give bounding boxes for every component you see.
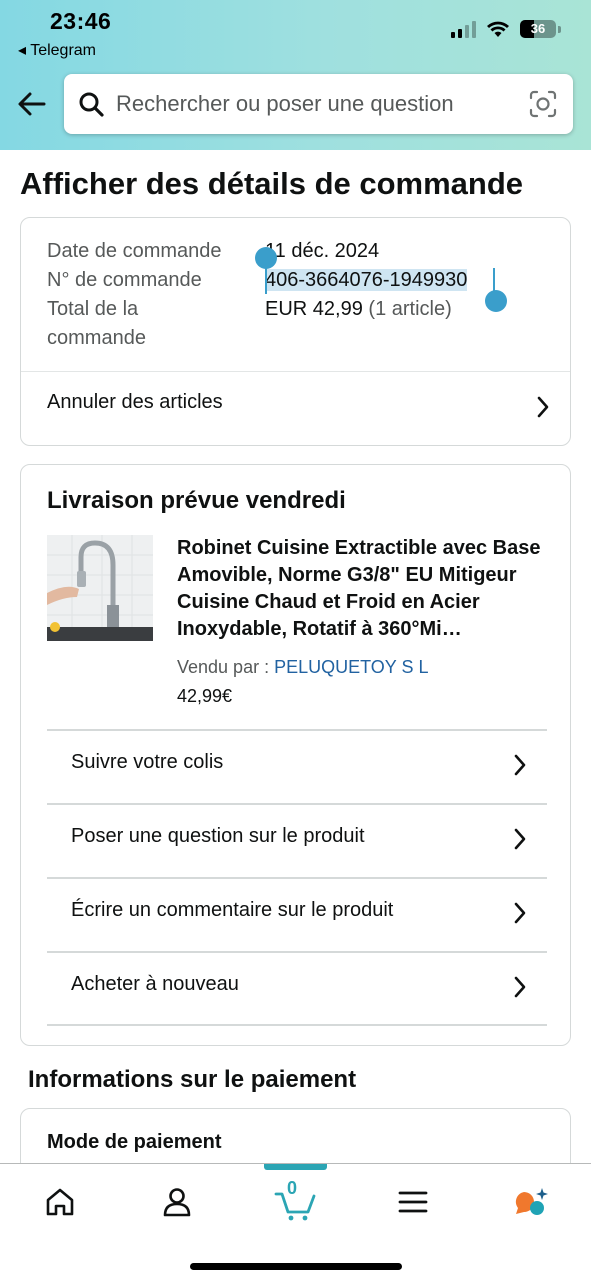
- chevron-right-icon: [514, 976, 526, 998]
- chevron-right-icon: [537, 396, 549, 418]
- status-icons: 36: [451, 20, 561, 38]
- seller-link[interactable]: PELUQUETOY S L: [274, 657, 428, 677]
- buy-again-row[interactable]: Acheter à nouveau: [47, 951, 547, 1025]
- order-total-value: EUR 42,99 (1 article): [265, 295, 452, 324]
- app-header: 23:46 ◂ Telegram 36: [0, 0, 591, 150]
- chevron-right-icon: [514, 828, 526, 850]
- order-date-value: 11 déc. 2024: [265, 240, 380, 262]
- track-package-row[interactable]: Suivre votre colis: [47, 729, 547, 803]
- sold-by: Vendu par : PELUQUETOY S L: [177, 657, 428, 678]
- payment-heading: Informations sur le paiement: [28, 1066, 357, 1093]
- active-tab-indicator: [264, 1164, 327, 1170]
- cancel-items-row[interactable]: Annuler des articles: [21, 371, 570, 443]
- back-arrow-icon[interactable]: [14, 86, 50, 122]
- search-bar[interactable]: [64, 74, 573, 134]
- order-item-count: (1 article): [368, 298, 452, 320]
- order-number-label: N° de commande: [47, 269, 202, 291]
- camera-scan-icon[interactable]: [529, 90, 557, 118]
- wifi-icon: [487, 21, 509, 37]
- payment-method-label: Mode de paiement: [47, 1131, 222, 1153]
- menu-icon[interactable]: [393, 1182, 433, 1222]
- selection-end-handle[interactable]: [485, 290, 507, 312]
- cancel-items-label: Annuler des articles: [47, 391, 223, 413]
- product-price: 42,99€: [177, 686, 233, 706]
- order-total-label-line1: Total de la: [47, 298, 139, 320]
- order-total-amount: EUR 42,99: [265, 298, 363, 320]
- order-date-label: Date de commande: [47, 240, 222, 262]
- divider: [47, 1024, 547, 1026]
- product-thumbnail[interactable]: [47, 535, 153, 641]
- write-review-row[interactable]: Écrire un commentaire sur le produit: [47, 877, 547, 951]
- account-icon[interactable]: [157, 1182, 197, 1222]
- chevron-right-icon: [514, 902, 526, 924]
- selection-start-caret: [265, 264, 267, 294]
- search-icon: [79, 92, 104, 117]
- write-review-label: Écrire un commentaire sur le produit: [71, 899, 394, 921]
- status-time: 23:46: [50, 8, 112, 34]
- track-package-label: Suivre votre colis: [71, 751, 224, 773]
- ask-product-question-label: Poser une question sur le produit: [71, 825, 365, 847]
- cart-tab[interactable]: 0: [274, 1178, 318, 1222]
- home-icon[interactable]: [40, 1182, 80, 1222]
- page-title: Afficher des détails de commande: [20, 166, 524, 201]
- cart-count: 0: [287, 1178, 298, 1198]
- chevron-right-icon: [514, 754, 526, 776]
- home-indicator: [190, 1263, 402, 1270]
- product-title-link[interactable]: Robinet Cuisine Extractible avec Base Am…: [177, 535, 549, 643]
- back-to-telegram-link[interactable]: ◂ Telegram: [18, 40, 96, 60]
- delivery-heading: Livraison prévue vendredi: [47, 487, 346, 514]
- ask-product-question-row[interactable]: Poser une question sur le produit: [47, 803, 547, 877]
- battery-level: 36: [530, 21, 546, 36]
- order-summary-card: Date de commande 11 déc. 2024 N° de comm…: [20, 217, 571, 446]
- order-number-value[interactable]: 406-3664076-1949930: [265, 266, 468, 295]
- shipment-card: Livraison prévue vendredi Robinet Cuisin…: [20, 464, 571, 1046]
- sold-by-label: Vendu par :: [177, 657, 275, 677]
- buy-again-label: Acheter à nouveau: [71, 973, 239, 995]
- selected-order-number[interactable]: 406-3664076-1949930: [265, 269, 468, 291]
- battery-icon: 36: [520, 20, 556, 38]
- search-input[interactable]: [116, 86, 516, 122]
- bottom-tab-bar: 0: [0, 1163, 591, 1280]
- rufus-assistant-icon[interactable]: [510, 1182, 550, 1222]
- cellular-signal-icon: [451, 20, 476, 38]
- order-total-label-line2: commande: [47, 327, 146, 349]
